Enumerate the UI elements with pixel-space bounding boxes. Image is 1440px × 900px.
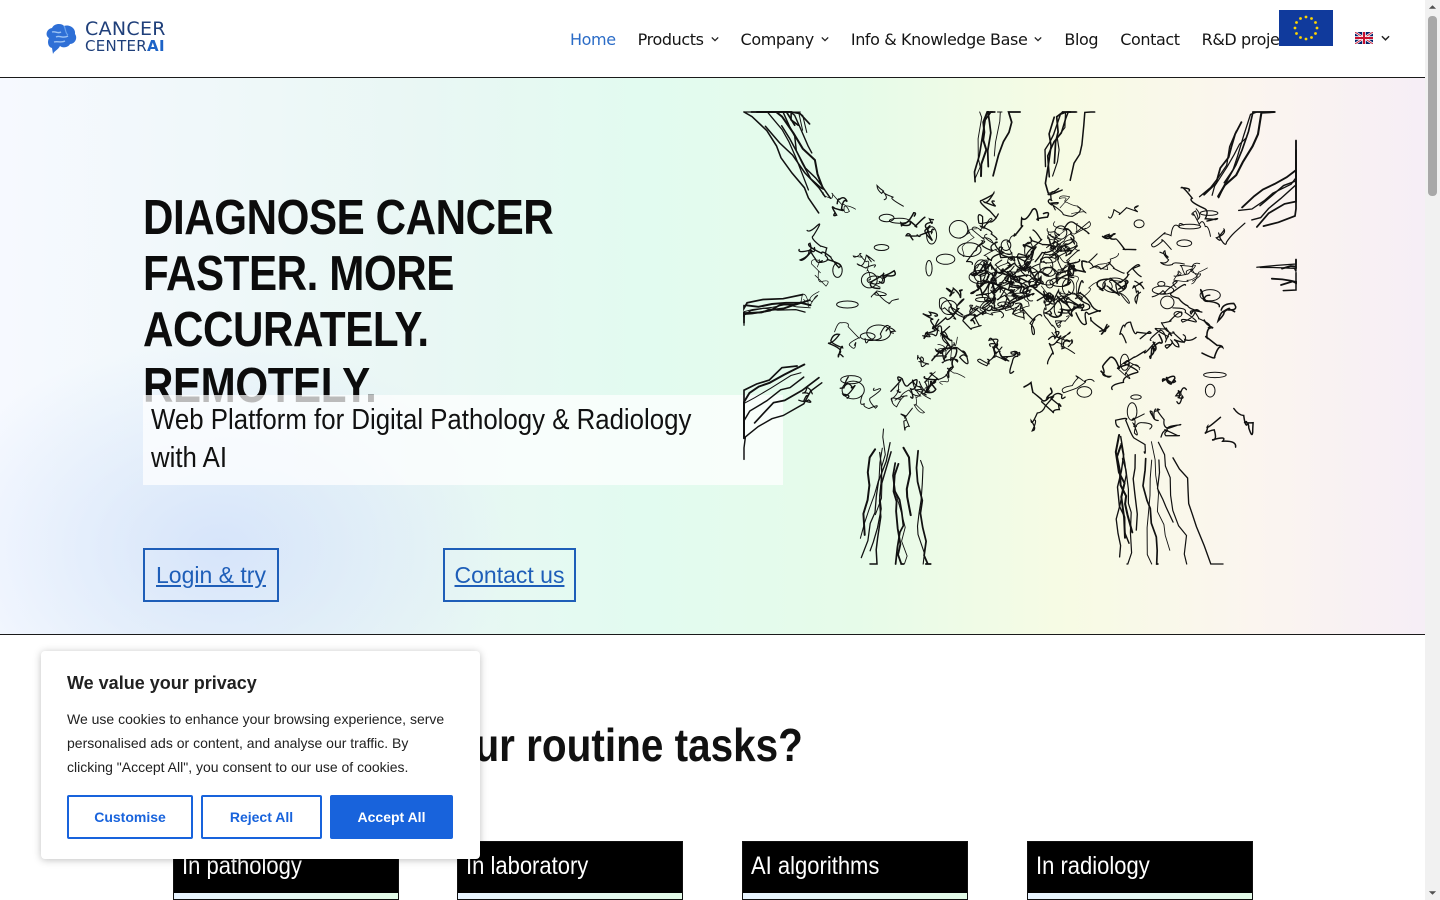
- nav-item-home[interactable]: Home: [570, 30, 616, 49]
- nav-item-company[interactable]: Company: [741, 30, 829, 49]
- contact-us-button[interactable]: Contact us: [443, 548, 576, 602]
- logo-line2-accent: AI: [147, 37, 165, 55]
- eu-star: [1299, 36, 1302, 39]
- eu-star: [1299, 17, 1302, 20]
- eu-star: [1304, 15, 1308, 19]
- site-logo[interactable]: CANCER CENTERAI: [43, 20, 166, 56]
- hero-subtitle: Web Platform for Digital Pathology & Rad…: [151, 404, 692, 474]
- nav-item-blog[interactable]: Blog: [1064, 30, 1098, 49]
- eu-stars: [1293, 15, 1319, 41]
- eu-star: [1295, 21, 1298, 24]
- card-image-strip: [1028, 893, 1252, 899]
- logo-wordmark: CANCER CENTERAI: [85, 18, 166, 55]
- chevron-down-icon: [1034, 36, 1043, 42]
- card-label: In radiology: [1036, 852, 1150, 880]
- hero-title: DIAGNOSE CANCER FASTER. MORE ACCURATELY.…: [143, 190, 625, 414]
- nav-item-label: Info & Knowledge Base: [850, 29, 1028, 49]
- cookie-banner: We value your privacy We use cookies to …: [41, 651, 480, 859]
- category-card[interactable]: In radiology: [1027, 841, 1253, 900]
- scroll-up-icon[interactable]: [1428, 4, 1437, 10]
- hero-subtitle-box: Web Platform for Digital Pathology & Rad…: [143, 395, 783, 485]
- eu-star: [1304, 37, 1308, 41]
- chevron-down-icon: [1381, 35, 1390, 41]
- language-switcher[interactable]: [1355, 32, 1390, 44]
- reject-all-button[interactable]: Reject All: [201, 795, 322, 839]
- nav-item-products[interactable]: Products: [638, 30, 719, 49]
- nav-item-label: Blog: [1064, 29, 1099, 49]
- category-card[interactable]: In laboratory: [457, 841, 683, 900]
- scroll-thumb[interactable]: [1428, 16, 1437, 196]
- nav-item-label: Contact: [1120, 29, 1180, 49]
- chevron-down-icon: [821, 36, 829, 42]
- cancer-cell-illustration: [743, 110, 1297, 565]
- cookie-text: We use cookies to enhance your browsing …: [67, 711, 445, 775]
- eu-star: [1310, 36, 1313, 39]
- card-image-strip: [458, 893, 682, 899]
- eu-star: [1314, 21, 1317, 24]
- hero-section: DIAGNOSE CANCER FASTER. MORE ACCURATELY.…: [0, 78, 1425, 635]
- uk-flag-icon: [1355, 32, 1373, 44]
- hero-title-line1: DIAGNOSE CANCER: [143, 191, 554, 245]
- customise-button[interactable]: Customise: [67, 795, 193, 839]
- nav-item-contact[interactable]: Contact: [1120, 29, 1180, 49]
- eu-star: [1314, 32, 1317, 35]
- chevron-down-icon: [710, 36, 719, 42]
- scroll-down-icon[interactable]: [1428, 890, 1437, 896]
- card-label: In laboratory: [466, 852, 589, 880]
- hero-title-line2: FASTER. MORE: [143, 247, 454, 301]
- nav-item-label: Products: [637, 29, 704, 49]
- eu-star: [1315, 26, 1319, 30]
- eu-star: [1295, 32, 1298, 35]
- main-nav: Home Products Company Info & Knowledge Base…: [570, 0, 1324, 78]
- brain-icon: [46, 23, 77, 54]
- eu-star: [1293, 26, 1297, 30]
- logo-line1: CANCER: [85, 18, 166, 40]
- login-try-button[interactable]: Login & try: [143, 548, 279, 602]
- card-image-strip: [174, 893, 398, 899]
- logo-line2-main: CENTER: [85, 37, 148, 55]
- site-header: CANCER CENTERAI Home Products Company Info …: [0, 0, 1425, 78]
- card-image-strip: [743, 893, 967, 899]
- eu-flag-icon[interactable]: [1279, 10, 1333, 46]
- nav-item-info-knowledge-base[interactable]: Info & Knowledge Base: [851, 30, 1043, 49]
- category-card[interactable]: AI algorithms: [742, 841, 968, 900]
- eu-star: [1310, 17, 1313, 20]
- nav-item-label: Company: [740, 29, 815, 49]
- card-label: AI algorithms: [751, 852, 880, 880]
- section-title-text: your routine tasks?: [427, 719, 803, 771]
- logo-line2: CENTERAI: [85, 38, 166, 55]
- cookie-title: We value your privacy: [67, 673, 257, 693]
- accept-all-button[interactable]: Accept All: [330, 795, 453, 839]
- page-scrollbar[interactable]: [1425, 0, 1440, 900]
- nav-item-label: Home: [570, 29, 616, 49]
